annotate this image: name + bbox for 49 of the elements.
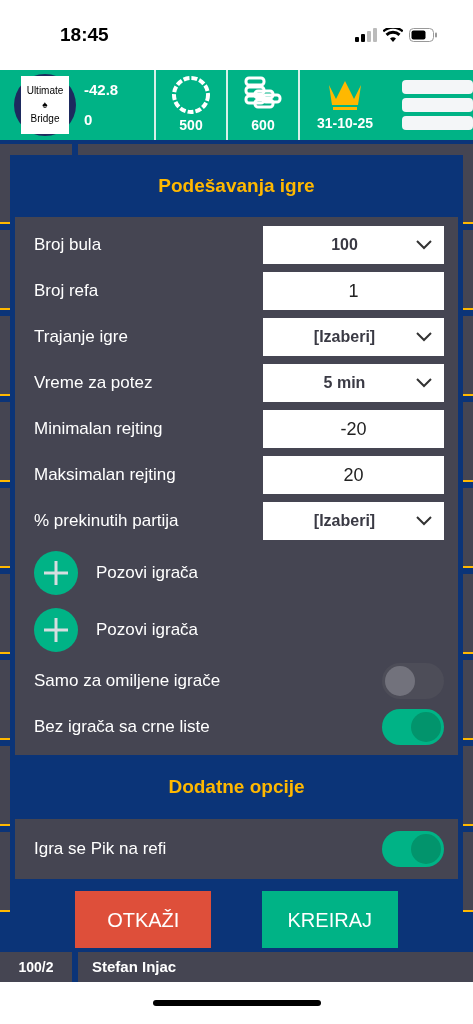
setting-label: Maksimalan rejting [34,464,177,487]
toggle-switch[interactable] [382,709,444,745]
input-field[interactable]: -20 [263,410,444,448]
toggle-switch[interactable] [382,831,444,867]
setting-label: Broj bula [34,234,103,257]
chevron-down-icon [416,378,432,388]
chips-count: 500 [179,115,203,135]
avatar[interactable]: Ultimate ♠ Bridge [14,74,76,136]
signal-icon [355,28,377,42]
select-field[interactable]: 5 min [263,364,444,402]
setting-label: Igra se Pik na refi [34,838,168,861]
cancel-button[interactable]: OTKAŽI [75,891,212,948]
add-button[interactable] [34,607,78,652]
player-name: Stefan Injac [92,956,177,977]
select-field[interactable]: [Izaberi] [263,502,444,540]
date-value: 31-10-25 [316,113,373,133]
setting-label: Bez igrača sa crne liste [34,716,211,739]
setting-label: Broj refa [34,280,100,303]
setting-label: Samo za omiljene igrače [34,670,222,693]
logo-spade: ♠ [42,98,48,112]
chevron-down-icon [416,332,432,342]
setting-label: Trajanje igre [34,326,129,349]
setting-label: Vreme za potez [34,372,154,395]
invite-label: Pozovi igrača [96,618,199,641]
logo-text: Ultimate [26,84,64,98]
score-value: 0 [84,110,94,130]
logo-text: Bridge [30,112,60,126]
coins-count: 600 [251,115,275,135]
toggle-switch[interactable] [382,663,444,699]
setting-label: % prekinutih partija [34,510,180,533]
select-field[interactable]: [Izaberi] [263,318,444,356]
input-field[interactable]: 20 [263,456,444,494]
dialog-title: Podešavanja igre [158,173,315,198]
input-field[interactable]: 1 [263,272,444,310]
chevron-down-icon [416,516,432,526]
chip-icon [171,74,211,115]
plus-icon [43,559,69,586]
plus-icon [43,616,69,643]
add-button[interactable] [34,550,78,595]
invite-label: Pozovi igrača [96,561,199,584]
status-time: 18:45 [60,22,109,47]
row-count: 100/2 [18,957,54,977]
setting-label: Minimalan rejting [34,418,164,441]
select-field[interactable]: 100 [263,226,444,264]
battery-icon [409,28,437,42]
section-title: Dodatne opcije [168,774,305,799]
wifi-icon [383,28,403,42]
chevron-down-icon [416,240,432,250]
rating-value: -42.8 [84,79,119,100]
